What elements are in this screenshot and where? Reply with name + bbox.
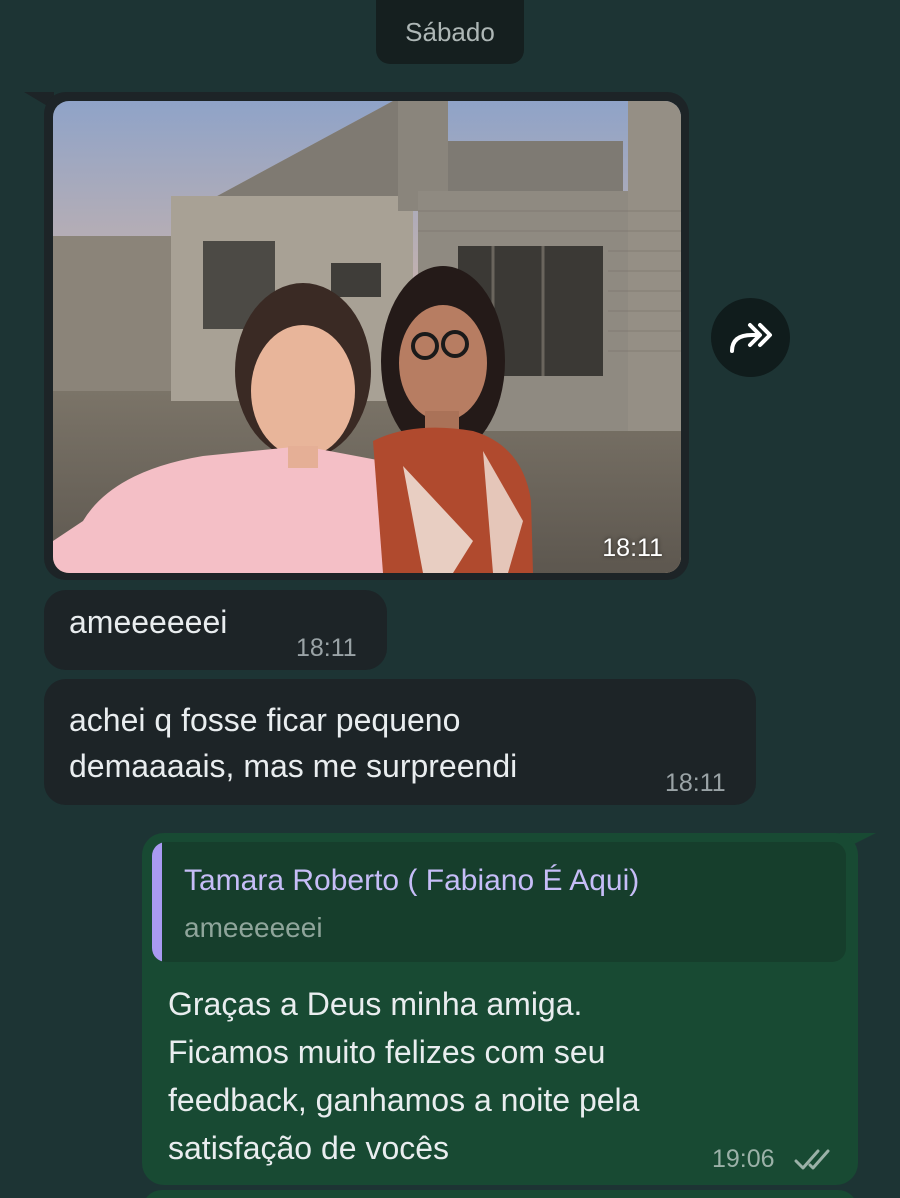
message-text-line: demaaaais, mas me surpreendi	[69, 748, 518, 784]
forward-icon	[729, 322, 772, 353]
message-text: ameeeeeei	[69, 604, 228, 640]
double-check-icon	[794, 1149, 830, 1170]
date-separator: Sábado	[376, 0, 524, 64]
message-bubble[interactable]: achei q fosse ficar pequeno demaaaais, m…	[44, 679, 756, 805]
forward-button[interactable]	[711, 298, 790, 377]
chat-view[interactable]: Sábado 18:11 ameeeeeei 18:11 achei q fos…	[0, 0, 900, 1198]
photo-image	[53, 101, 681, 573]
message-text-line: feedback, ganhamos a noite pela	[168, 1082, 640, 1118]
reply-quote[interactable]: Tamara Roberto ( Fabiano É Aqui) ameeeee…	[152, 842, 846, 962]
photo-attachment[interactable]: 18:11	[53, 101, 681, 573]
reply-quoted-text: ameeeeeei	[184, 912, 323, 943]
message-timestamp: 19:06	[712, 1145, 775, 1173]
message-timestamp: 18:11	[296, 634, 357, 662]
outgoing-message-text: Graças a Deus minha amiga. Ficamos muito…	[168, 980, 808, 1172]
photo-timestamp: 18:11	[602, 534, 663, 562]
message-text-line: Ficamos muito felizes com seu	[168, 1034, 606, 1070]
message-timestamp: 18:11	[665, 769, 726, 797]
next-message-bubble-edge	[142, 1190, 858, 1198]
reply-quote-bar	[152, 842, 162, 962]
message-text-line: Graças a Deus minha amiga.	[168, 986, 583, 1022]
reply-author: Tamara Roberto ( Fabiano É Aqui)	[184, 864, 640, 897]
message-bubble[interactable]: ameeeeeei 18:11	[44, 590, 387, 670]
message-text-line: achei q fosse ficar pequeno	[69, 702, 461, 738]
